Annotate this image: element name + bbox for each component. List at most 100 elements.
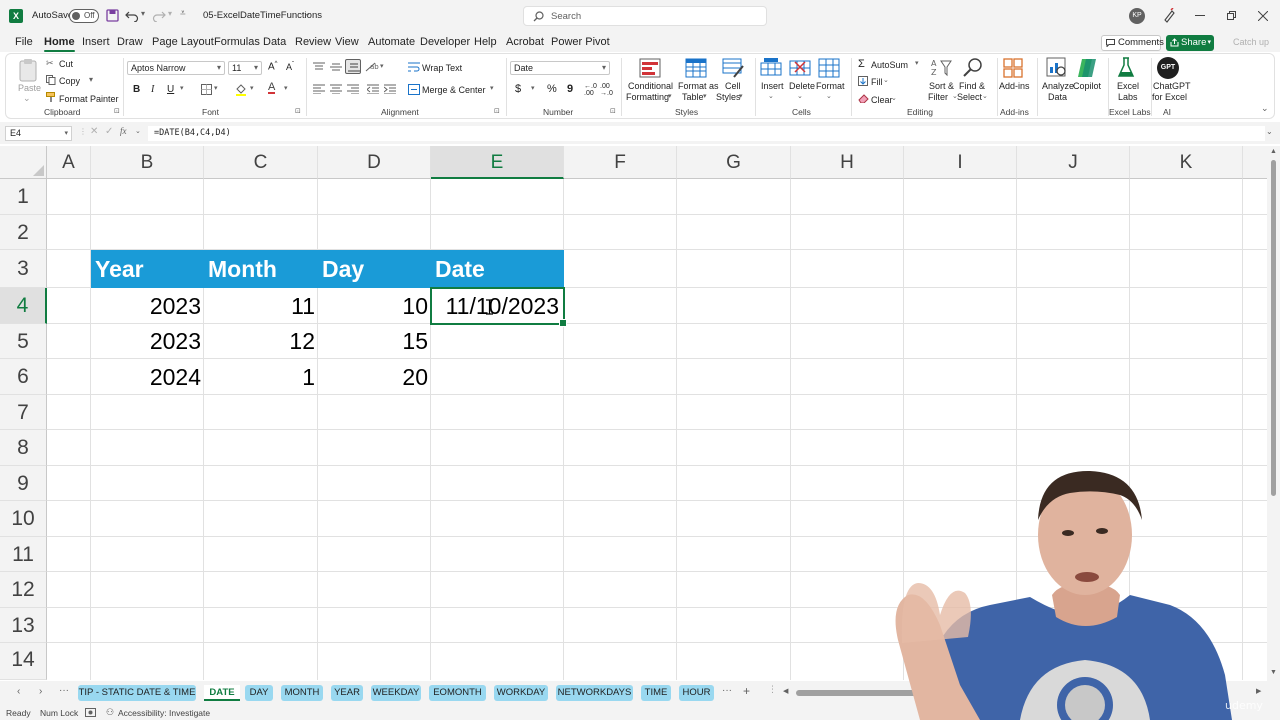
row-header-5[interactable]: 5 — [0, 324, 47, 359]
name-box[interactable]: E4 ▾ — [5, 126, 72, 141]
top-align-icon[interactable] — [313, 62, 325, 72]
copilot-button[interactable]: Copilot — [1073, 81, 1101, 91]
font-size-dropdown[interactable]: 11 — [228, 61, 262, 75]
autosave-toggle[interactable]: Off — [69, 9, 99, 23]
tab-acrobat[interactable]: Acrobat — [506, 36, 544, 48]
wrap-text-button[interactable]: Wrap Text — [422, 63, 462, 73]
designer-pen-icon[interactable] — [1162, 8, 1176, 23]
sheet-tab-tip-static[interactable]: TIP - STATIC DATE & TIME — [78, 685, 196, 701]
insert-function-icon[interactable]: fx — [120, 126, 127, 136]
fill-button[interactable]: Fill — [871, 77, 883, 87]
sheet-tab-date[interactable]: DATE — [204, 685, 240, 701]
autosum-button[interactable]: AutoSum — [871, 60, 908, 70]
cell-d6[interactable]: 20 — [318, 359, 428, 395]
copilot-icon[interactable] — [1076, 57, 1098, 79]
bold-button[interactable]: B — [133, 84, 140, 95]
column-header-j[interactable]: J — [1017, 146, 1130, 179]
clear-dropdown-icon[interactable]: ⌄ — [891, 94, 897, 102]
clear-eraser-icon[interactable] — [858, 93, 869, 103]
save-icon[interactable] — [106, 9, 119, 22]
undo-dropdown-icon[interactable]: ▾ — [141, 9, 145, 18]
column-header-d[interactable]: D — [318, 146, 431, 179]
more-sheets-left-icon[interactable]: ··· — [59, 685, 69, 696]
tab-review[interactable]: Review — [295, 36, 331, 48]
conditional-formatting-dropdown-icon[interactable]: ▾ — [668, 92, 672, 100]
sort-filter-label-2[interactable]: Filter — [928, 92, 948, 102]
search-box[interactable]: Search — [523, 6, 767, 26]
cancel-entry-icon[interactable]: ✕ — [90, 126, 98, 137]
row-header-2[interactable]: 2 — [0, 215, 47, 250]
paste-dropdown-icon[interactable]: ⌄ — [23, 93, 31, 104]
redo-dropdown-icon[interactable]: ▾ — [168, 9, 172, 18]
sheet-tab-year[interactable]: YEAR — [331, 685, 363, 701]
format-cells-icon[interactable] — [818, 58, 840, 78]
row-header-12[interactable]: 12 — [0, 572, 47, 608]
cell-b6[interactable]: 2024 — [91, 359, 201, 395]
align-center-icon[interactable] — [330, 84, 342, 94]
customize-toolbar-icon[interactable]: ⩡ — [180, 8, 186, 19]
row-header-3[interactable]: 3 — [0, 250, 47, 288]
insert-function-dropdown-icon[interactable]: ⌄ — [135, 127, 141, 135]
active-cell-selection[interactable] — [430, 287, 567, 327]
user-avatar[interactable]: KP — [1129, 8, 1145, 24]
chatgpt-label-1[interactable]: ChatGPT — [1153, 81, 1191, 91]
fill-color-icon[interactable] — [235, 83, 247, 96]
undo-icon[interactable] — [125, 9, 139, 22]
merge-dropdown-icon[interactable]: ▾ — [490, 84, 494, 92]
column-header-g[interactable]: G — [677, 146, 791, 179]
close-icon[interactable] — [1258, 11, 1268, 21]
scroll-up-icon[interactable]: ▲ — [1270, 148, 1277, 155]
sheet-tab-networkdays[interactable]: NETWORKDAYS — [556, 685, 633, 701]
row-header-8[interactable]: 8 — [0, 430, 47, 466]
formula-input[interactable]: =DATE(B4,C4,D4) — [148, 126, 1265, 141]
file-name-chevron-icon[interactable]: ⌄ — [304, 9, 311, 18]
sheet-tab-eomonth[interactable]: EOMONTH — [429, 685, 486, 701]
cell-styles-icon[interactable] — [722, 58, 744, 78]
cell-e5[interactable] — [431, 324, 562, 359]
accounting-format-button[interactable]: $ — [515, 83, 521, 95]
table-header-month[interactable]: Month — [204, 250, 318, 288]
cell-c5[interactable]: 12 — [204, 324, 315, 359]
restore-icon[interactable] — [1227, 11, 1236, 20]
tab-file[interactable]: File — [15, 36, 33, 48]
add-ins-icon[interactable] — [1003, 58, 1023, 78]
column-header-e[interactable]: E — [431, 146, 564, 179]
borders-dropdown-icon[interactable]: ▾ — [214, 84, 218, 92]
sheet-tab-workday[interactable]: WORKDAY — [494, 685, 548, 701]
tab-draw[interactable]: Draw — [117, 36, 143, 48]
decrease-decimal-icon[interactable]: .00 →.0 — [600, 83, 613, 97]
analyze-data-label-1[interactable]: Analyze — [1042, 81, 1074, 91]
scroll-left-icon[interactable]: ◀ — [783, 687, 788, 695]
add-ins-button[interactable]: Add-ins — [999, 81, 1030, 91]
column-header-i[interactable]: I — [904, 146, 1017, 179]
excel-labs-label-2[interactable]: Labs — [1118, 92, 1138, 102]
tab-home[interactable]: Home — [44, 36, 75, 52]
delete-cells-dropdown-icon[interactable]: ⌄ — [797, 92, 803, 100]
column-header-h[interactable]: H — [791, 146, 904, 179]
borders-icon[interactable] — [201, 84, 212, 95]
tab-data[interactable]: Data — [263, 36, 286, 48]
number-launcher-icon[interactable]: ⊡ — [610, 107, 616, 115]
number-format-dropdown[interactable]: Date — [510, 61, 610, 75]
tab-help[interactable]: Help — [474, 36, 497, 48]
minimize-icon[interactable] — [1195, 15, 1205, 17]
font-launcher-icon[interactable]: ⊡ — [295, 107, 301, 115]
column-header-c[interactable]: C — [204, 146, 318, 179]
sheet-tab-day[interactable]: DAY — [245, 685, 273, 701]
orientation-icon[interactable]: ab — [365, 61, 379, 72]
copy-button[interactable]: Copy — [59, 76, 80, 86]
decrease-indent-icon[interactable] — [367, 84, 379, 94]
scroll-sheets-left-icon[interactable]: ‹ — [17, 686, 20, 697]
merge-center-icon[interactable] — [408, 84, 420, 95]
cell-d4[interactable]: 10 — [318, 288, 428, 324]
sheet-tab-month[interactable]: MONTH — [281, 685, 323, 701]
scroll-sheets-right-icon[interactable]: › — [39, 686, 42, 697]
share-button[interactable]: Share ▾ — [1166, 35, 1214, 51]
tab-view[interactable]: View — [335, 36, 359, 48]
row-header-9[interactable]: 9 — [0, 466, 47, 501]
cut-icon[interactable]: ✂ — [46, 58, 54, 69]
find-select-icon[interactable] — [962, 57, 984, 79]
find-select-dropdown-icon[interactable]: ⌄ — [982, 92, 988, 100]
format-as-table-label-2[interactable]: Table — [682, 92, 704, 102]
column-header-b[interactable]: B — [91, 146, 204, 179]
